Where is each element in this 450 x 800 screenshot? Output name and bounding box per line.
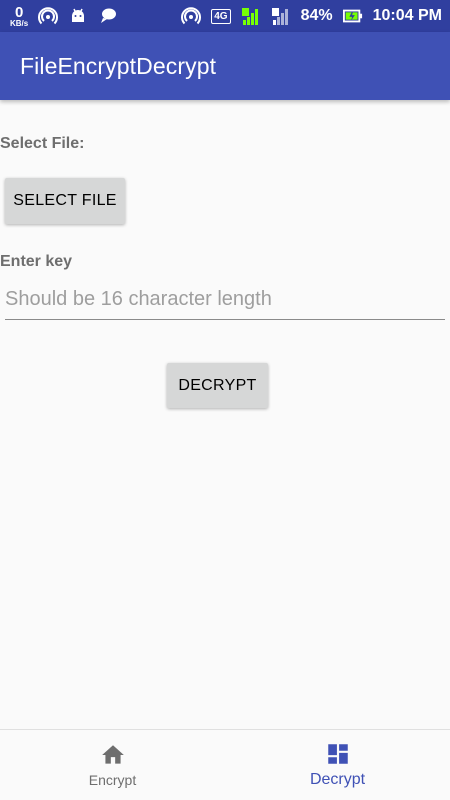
network-speed: 0 KB/s	[10, 5, 28, 28]
clock: 10:04 PM	[372, 7, 442, 24]
select-file-label: Select File:	[0, 135, 85, 152]
network-type-badge: 4G	[211, 8, 231, 24]
nav-label-decrypt: Decrypt	[309, 771, 366, 788]
dashboard-icon	[325, 741, 351, 767]
status-bar-right: 4G 1 2 84% 10:04 PM	[181, 6, 442, 26]
key-input[interactable]	[5, 284, 445, 320]
battery-percentage: 84%	[300, 7, 333, 24]
chat-icon	[98, 6, 118, 26]
hotspot-icon	[38, 6, 59, 26]
nav-item-decrypt[interactable]: Decrypt	[225, 730, 450, 800]
nav-label-encrypt: Encrypt	[88, 772, 137, 788]
app-toolbar: FileEncryptDecrypt	[0, 32, 450, 100]
status-bar: 0 KB/s 4G 1 2 84% 10:04 PM	[0, 0, 450, 32]
app-title: FileEncryptDecrypt	[20, 52, 217, 79]
hotspot-icon	[181, 6, 202, 26]
home-icon	[100, 742, 126, 768]
signal-icon	[271, 6, 291, 26]
signal-icon	[241, 6, 261, 26]
decrypt-button[interactable]: DECRYPT	[167, 363, 268, 408]
select-file-button[interactable]: SELECT FILE	[5, 178, 125, 224]
status-bar-left: 0 KB/s	[10, 5, 118, 28]
key-label: Enter key	[0, 253, 73, 270]
nav-item-encrypt[interactable]: Encrypt	[0, 730, 225, 800]
bottom-navigation: Encrypt Decrypt	[0, 729, 450, 800]
android-icon	[68, 6, 88, 26]
network-speed-value: 0	[14, 3, 24, 21]
network-speed-unit: KB/s	[10, 18, 29, 28]
battery-charging-icon	[342, 6, 363, 26]
